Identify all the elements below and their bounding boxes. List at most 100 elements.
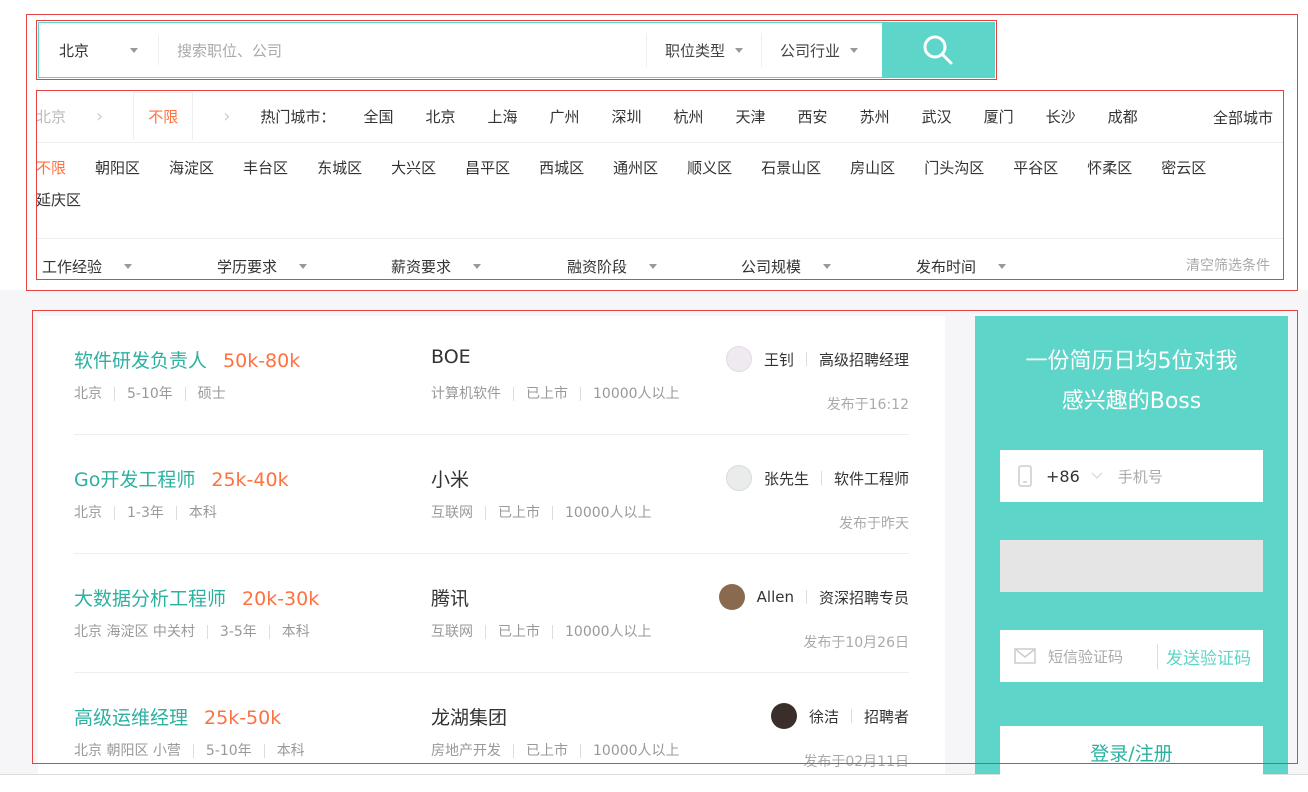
- chevron-down-icon: [124, 264, 133, 269]
- job-experience: 5-10年: [127, 386, 173, 402]
- job-card[interactable]: Go开发工程师 25k-40k 北京 1-3年 本科 小米 互联网 已上市 10000人以…: [74, 435, 909, 554]
- city-item[interactable]: 杭州: [674, 106, 704, 127]
- job-degree: 本科: [188, 505, 217, 521]
- city-item[interactable]: 广州: [549, 106, 579, 127]
- job-degree: 本科: [276, 743, 305, 759]
- chevron-down-icon: [823, 264, 832, 269]
- search-bar: 北京 搜索职位、公司 职位类型 公司行业: [38, 22, 995, 78]
- login-slogan: 一份简历日均5位对我 感兴趣的Boss: [975, 342, 1288, 422]
- recruiter-info[interactable]: 王钊 高级招聘经理: [725, 346, 909, 372]
- district-item[interactable]: 丰台区: [243, 152, 288, 184]
- slogan-line: 一份简历日均5位对我: [1025, 349, 1238, 374]
- search-button[interactable]: [882, 23, 994, 77]
- district-item[interactable]: 顺义区: [687, 152, 732, 184]
- job-title: 大数据分析工程师: [74, 588, 227, 610]
- job-type-dropdown[interactable]: 职位类型: [645, 33, 761, 67]
- district-item[interactable]: 怀柔区: [1087, 152, 1132, 184]
- company-name[interactable]: 腾讯: [431, 584, 469, 611]
- district-item[interactable]: 大兴区: [391, 152, 436, 184]
- current-city[interactable]: 北京: [36, 106, 66, 127]
- clear-filters-link[interactable]: 清空筛选条件: [1186, 255, 1270, 275]
- chevron-right-icon: ›: [96, 105, 104, 127]
- city-row: 北京 › 不限 › 热门城市： 全国 北京 上海 广州 深圳 杭州 天津 西安 …: [36, 92, 1154, 140]
- chevron-down-icon: [299, 264, 308, 269]
- company-industry: 互联网: [431, 505, 473, 521]
- job-salary: 25k-50k: [204, 707, 282, 729]
- city-item[interactable]: 成都: [1108, 106, 1138, 127]
- city-unlimited-tab[interactable]: 不限: [133, 92, 194, 140]
- job-title-line[interactable]: 软件研发负责人 50k-80k: [74, 346, 300, 373]
- district-item[interactable]: 房山区: [850, 152, 895, 184]
- recruiter-info[interactable]: 张先生 软件工程师: [725, 465, 909, 491]
- recruiter-role: 软件工程师: [833, 469, 909, 488]
- slider-captcha[interactable]: [1000, 540, 1263, 592]
- job-location: 北京: [74, 386, 102, 402]
- phone-field[interactable]: +86 手机号: [1000, 450, 1263, 502]
- district-item[interactable]: 东城区: [317, 152, 362, 184]
- publish-time: 发布于10月26日: [803, 635, 909, 651]
- job-card[interactable]: 软件研发负责人 50k-80k 北京 5-10年 硕士 BOE 计算机软件 已上市 100…: [74, 316, 909, 435]
- hot-cities-label: 热门城市：: [260, 107, 336, 126]
- job-title-line[interactable]: 大数据分析工程师 20k-30k: [74, 584, 319, 611]
- job-experience: 3-5年: [219, 624, 257, 640]
- city-item[interactable]: 长沙: [1046, 106, 1076, 127]
- district-item[interactable]: 海淀区: [169, 152, 214, 184]
- recruiter-info[interactable]: 徐洁 招聘者: [770, 703, 909, 729]
- district-item[interactable]: 延庆区: [36, 184, 81, 216]
- city-item[interactable]: 天津: [736, 106, 766, 127]
- district-item[interactable]: 通州区: [613, 152, 658, 184]
- job-type-label: 职位类型: [664, 41, 725, 60]
- company-name[interactable]: 小米: [431, 465, 469, 492]
- city-item[interactable]: 苏州: [860, 106, 890, 127]
- login-button[interactable]: 登录/注册: [1000, 726, 1263, 778]
- job-card[interactable]: 大数据分析工程师 20k-30k 北京 海淀区 中关村 3-5年 本科 腾讯 互联网 已…: [74, 554, 909, 673]
- company-size-dropdown[interactable]: 公司规模: [741, 256, 832, 277]
- salary-dropdown[interactable]: 薪资要求: [391, 256, 482, 277]
- city-item[interactable]: 上海: [487, 106, 517, 127]
- chevron-down-icon: [130, 47, 138, 53]
- district-item[interactable]: 石景山区: [761, 152, 821, 184]
- industry-dropdown[interactable]: 公司行业: [760, 33, 882, 67]
- search-input[interactable]: 搜索职位、公司: [159, 23, 646, 77]
- job-card[interactable]: 高级运维经理 25k-50k 北京 朝阳区 小营 5-10年 本科 龙湖集团 房地产开…: [74, 673, 909, 792]
- experience-dropdown[interactable]: 工作经验: [42, 256, 133, 277]
- experience-label: 工作经验: [42, 258, 103, 276]
- district-item[interactable]: 平谷区: [1013, 152, 1058, 184]
- city-item[interactable]: 北京: [425, 106, 455, 127]
- district-item[interactable]: 密云区: [1161, 152, 1206, 184]
- publish-time-dropdown[interactable]: 发布时间: [916, 256, 1007, 277]
- job-degree: 本科: [281, 624, 310, 640]
- job-title: Go开发工程师: [74, 469, 196, 491]
- all-cities-link[interactable]: 全部城市: [1213, 107, 1273, 128]
- district-item[interactable]: 门头沟区: [924, 152, 984, 184]
- company-name[interactable]: 龙湖集团: [431, 703, 507, 730]
- financing-dropdown[interactable]: 融资阶段: [567, 256, 658, 277]
- avatar: [770, 703, 797, 729]
- city-item[interactable]: 全国: [363, 106, 393, 127]
- company-size: 10000人以上: [565, 505, 652, 521]
- company-meta: 房地产开发 已上市 10000人以上: [431, 740, 680, 760]
- company-stage: 已上市: [526, 386, 568, 402]
- city-item[interactable]: 厦门: [984, 106, 1014, 127]
- sms-code-field[interactable]: 短信验证码 发送验证码: [1000, 630, 1263, 682]
- job-title-line[interactable]: 高级运维经理 25k-50k: [74, 703, 281, 730]
- slogan-line: 感兴趣的Boss: [1061, 389, 1202, 414]
- district-item[interactable]: 西城区: [539, 152, 584, 184]
- send-code-button[interactable]: 发送验证码: [1157, 643, 1251, 669]
- job-title-line[interactable]: Go开发工程师 25k-40k: [74, 465, 289, 492]
- recruiter-info[interactable]: Allen 资深招聘专员: [718, 584, 909, 610]
- city-item[interactable]: 武汉: [922, 106, 952, 127]
- recruiter-role: 高级招聘经理: [818, 350, 909, 369]
- country-code[interactable]: +86: [1046, 467, 1080, 486]
- degree-dropdown[interactable]: 学历要求: [217, 256, 308, 277]
- job-meta: 北京 1-3年 本科: [74, 502, 217, 522]
- city-item[interactable]: 深圳: [612, 106, 642, 127]
- city-selector[interactable]: 北京: [39, 35, 159, 65]
- company-name[interactable]: BOE: [431, 346, 471, 368]
- district-item[interactable]: 昌平区: [465, 152, 510, 184]
- search-placeholder: 搜索职位、公司: [177, 41, 283, 60]
- company-meta: 互联网 已上市 10000人以上: [431, 621, 652, 641]
- district-item[interactable]: 朝阳区: [95, 152, 140, 184]
- city-item[interactable]: 西安: [798, 106, 828, 127]
- district-item[interactable]: 不限: [36, 152, 66, 184]
